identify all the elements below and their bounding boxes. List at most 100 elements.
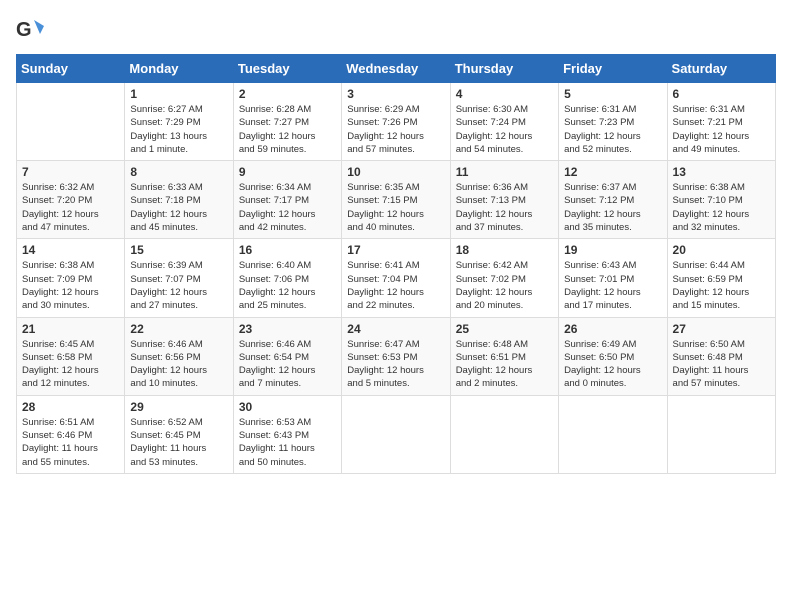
day-number: 28 xyxy=(22,400,119,414)
calendar-cell: 26 Sunrise: 6:49 AMSunset: 6:50 PMDayligh… xyxy=(559,317,667,395)
day-info: Sunrise: 6:30 AMSunset: 7:24 PMDaylight:… xyxy=(456,103,553,156)
day-info: Sunrise: 6:50 AMSunset: 6:48 PMDaylight:… xyxy=(673,338,770,391)
day-info: Sunrise: 6:44 AMSunset: 6:59 PMDaylight:… xyxy=(673,259,770,312)
calendar-cell xyxy=(17,83,125,161)
day-number: 11 xyxy=(456,165,553,179)
logo: G xyxy=(16,16,48,44)
calendar-cell: 7 Sunrise: 6:32 AMSunset: 7:20 PMDaylight… xyxy=(17,161,125,239)
weekday-header-cell: Saturday xyxy=(667,55,775,83)
day-number: 6 xyxy=(673,87,770,101)
day-number: 14 xyxy=(22,243,119,257)
calendar-cell: 20 Sunrise: 6:44 AMSunset: 6:59 PMDayligh… xyxy=(667,239,775,317)
logo-icon: G xyxy=(16,16,44,44)
day-info: Sunrise: 6:35 AMSunset: 7:15 PMDaylight:… xyxy=(347,181,444,234)
day-number: 15 xyxy=(130,243,227,257)
calendar-cell: 3Sunrise: 6:29 AMSunset: 7:26 PMDaylight… xyxy=(342,83,450,161)
calendar-week-row: 1Sunrise: 6:27 AMSunset: 7:29 PMDaylight… xyxy=(17,83,776,161)
day-number: 13 xyxy=(673,165,770,179)
day-info: Sunrise: 6:53 AMSunset: 6:43 PMDaylight:… xyxy=(239,416,336,469)
weekday-header-cell: Friday xyxy=(559,55,667,83)
calendar-cell: 22 Sunrise: 6:46 AMSunset: 6:56 PMDayligh… xyxy=(125,317,233,395)
day-number: 22 xyxy=(130,322,227,336)
day-info: Sunrise: 6:41 AMSunset: 7:04 PMDaylight:… xyxy=(347,259,444,312)
calendar-cell: 29 Sunrise: 6:52 AMSunset: 6:45 PMDayligh… xyxy=(125,395,233,473)
calendar-cell: 16 Sunrise: 6:40 AMSunset: 7:06 PMDayligh… xyxy=(233,239,341,317)
calendar-cell: 18 Sunrise: 6:42 AMSunset: 7:02 PMDayligh… xyxy=(450,239,558,317)
day-info: Sunrise: 6:32 AMSunset: 7:20 PMDaylight:… xyxy=(22,181,119,234)
day-number: 18 xyxy=(456,243,553,257)
calendar-cell: 21 Sunrise: 6:45 AMSunset: 6:58 PMDayligh… xyxy=(17,317,125,395)
day-info: Sunrise: 6:33 AMSunset: 7:18 PMDaylight:… xyxy=(130,181,227,234)
day-number: 2 xyxy=(239,87,336,101)
calendar-cell: 17Sunrise: 6:41 AMSunset: 7:04 PMDayligh… xyxy=(342,239,450,317)
day-number: 9 xyxy=(239,165,336,179)
day-number: 3 xyxy=(347,87,444,101)
calendar-cell: 12 Sunrise: 6:37 AMSunset: 7:12 PMDayligh… xyxy=(559,161,667,239)
calendar-cell: 27 Sunrise: 6:50 AMSunset: 6:48 PMDayligh… xyxy=(667,317,775,395)
calendar-cell: 19 Sunrise: 6:43 AMSunset: 7:01 PMDayligh… xyxy=(559,239,667,317)
day-info: Sunrise: 6:34 AMSunset: 7:17 PMDaylight:… xyxy=(239,181,336,234)
calendar-cell: 24Sunrise: 6:47 AMSunset: 6:53 PMDayligh… xyxy=(342,317,450,395)
day-info: Sunrise: 6:31 AMSunset: 7:21 PMDaylight:… xyxy=(673,103,770,156)
day-number: 10 xyxy=(347,165,444,179)
calendar-cell: 23Sunrise: 6:46 AMSunset: 6:54 PMDayligh… xyxy=(233,317,341,395)
calendar-cell: 11Sunrise: 6:36 AMSunset: 7:13 PMDayligh… xyxy=(450,161,558,239)
calendar-cell: 4 Sunrise: 6:30 AMSunset: 7:24 PMDaylight… xyxy=(450,83,558,161)
day-info: Sunrise: 6:40 AMSunset: 7:06 PMDaylight:… xyxy=(239,259,336,312)
day-number: 26 xyxy=(564,322,661,336)
calendar-table: SundayMondayTuesdayWednesdayThursdayFrid… xyxy=(16,54,776,474)
calendar-cell: 8 Sunrise: 6:33 AMSunset: 7:18 PMDaylight… xyxy=(125,161,233,239)
day-info: Sunrise: 6:38 AMSunset: 7:10 PMDaylight:… xyxy=(673,181,770,234)
calendar-cell: 9 Sunrise: 6:34 AMSunset: 7:17 PMDaylight… xyxy=(233,161,341,239)
calendar-cell xyxy=(559,395,667,473)
day-number: 21 xyxy=(22,322,119,336)
weekday-header-row: SundayMondayTuesdayWednesdayThursdayFrid… xyxy=(17,55,776,83)
calendar-cell: 28 Sunrise: 6:51 AMSunset: 6:46 PMDayligh… xyxy=(17,395,125,473)
day-number: 7 xyxy=(22,165,119,179)
day-number: 27 xyxy=(673,322,770,336)
day-number: 19 xyxy=(564,243,661,257)
calendar-cell: 13 Sunrise: 6:38 AMSunset: 7:10 PMDayligh… xyxy=(667,161,775,239)
day-number: 5 xyxy=(564,87,661,101)
day-info: Sunrise: 6:43 AMSunset: 7:01 PMDaylight:… xyxy=(564,259,661,312)
svg-text:G: G xyxy=(16,19,32,41)
day-info: Sunrise: 6:52 AMSunset: 6:45 PMDaylight:… xyxy=(130,416,227,469)
day-info: Sunrise: 6:49 AMSunset: 6:50 PMDaylight:… xyxy=(564,338,661,391)
calendar-cell: 25Sunrise: 6:48 AMSunset: 6:51 PMDayligh… xyxy=(450,317,558,395)
calendar-cell: 1Sunrise: 6:27 AMSunset: 7:29 PMDaylight… xyxy=(125,83,233,161)
weekday-header-cell: Sunday xyxy=(17,55,125,83)
calendar-cell: 10 Sunrise: 6:35 AMSunset: 7:15 PMDayligh… xyxy=(342,161,450,239)
day-number: 24 xyxy=(347,322,444,336)
day-info: Sunrise: 6:45 AMSunset: 6:58 PMDaylight:… xyxy=(22,338,119,391)
day-info: Sunrise: 6:27 AMSunset: 7:29 PMDaylight:… xyxy=(130,103,227,156)
day-number: 12 xyxy=(564,165,661,179)
day-number: 20 xyxy=(673,243,770,257)
day-info: Sunrise: 6:37 AMSunset: 7:12 PMDaylight:… xyxy=(564,181,661,234)
day-info: Sunrise: 6:46 AMSunset: 6:54 PMDaylight:… xyxy=(239,338,336,391)
day-info: Sunrise: 6:28 AMSunset: 7:27 PMDaylight:… xyxy=(239,103,336,156)
weekday-header-cell: Monday xyxy=(125,55,233,83)
calendar-cell: 5 Sunrise: 6:31 AMSunset: 7:23 PMDaylight… xyxy=(559,83,667,161)
calendar-body: 1Sunrise: 6:27 AMSunset: 7:29 PMDaylight… xyxy=(17,83,776,474)
day-number: 29 xyxy=(130,400,227,414)
day-number: 4 xyxy=(456,87,553,101)
weekday-header-cell: Wednesday xyxy=(342,55,450,83)
calendar-week-row: 28 Sunrise: 6:51 AMSunset: 6:46 PMDayligh… xyxy=(17,395,776,473)
day-number: 8 xyxy=(130,165,227,179)
calendar-week-row: 7 Sunrise: 6:32 AMSunset: 7:20 PMDaylight… xyxy=(17,161,776,239)
header: G xyxy=(16,16,776,44)
day-info: Sunrise: 6:46 AMSunset: 6:56 PMDaylight:… xyxy=(130,338,227,391)
calendar-cell: 30 Sunrise: 6:53 AMSunset: 6:43 PMDayligh… xyxy=(233,395,341,473)
day-info: Sunrise: 6:31 AMSunset: 7:23 PMDaylight:… xyxy=(564,103,661,156)
calendar-cell: 2 Sunrise: 6:28 AMSunset: 7:27 PMDaylight… xyxy=(233,83,341,161)
weekday-header-cell: Thursday xyxy=(450,55,558,83)
day-info: Sunrise: 6:42 AMSunset: 7:02 PMDaylight:… xyxy=(456,259,553,312)
calendar-cell xyxy=(342,395,450,473)
day-info: Sunrise: 6:51 AMSunset: 6:46 PMDaylight:… xyxy=(22,416,119,469)
calendar-week-row: 21 Sunrise: 6:45 AMSunset: 6:58 PMDayligh… xyxy=(17,317,776,395)
day-info: Sunrise: 6:39 AMSunset: 7:07 PMDaylight:… xyxy=(130,259,227,312)
day-number: 30 xyxy=(239,400,336,414)
day-number: 16 xyxy=(239,243,336,257)
day-info: Sunrise: 6:38 AMSunset: 7:09 PMDaylight:… xyxy=(22,259,119,312)
weekday-header-cell: Tuesday xyxy=(233,55,341,83)
